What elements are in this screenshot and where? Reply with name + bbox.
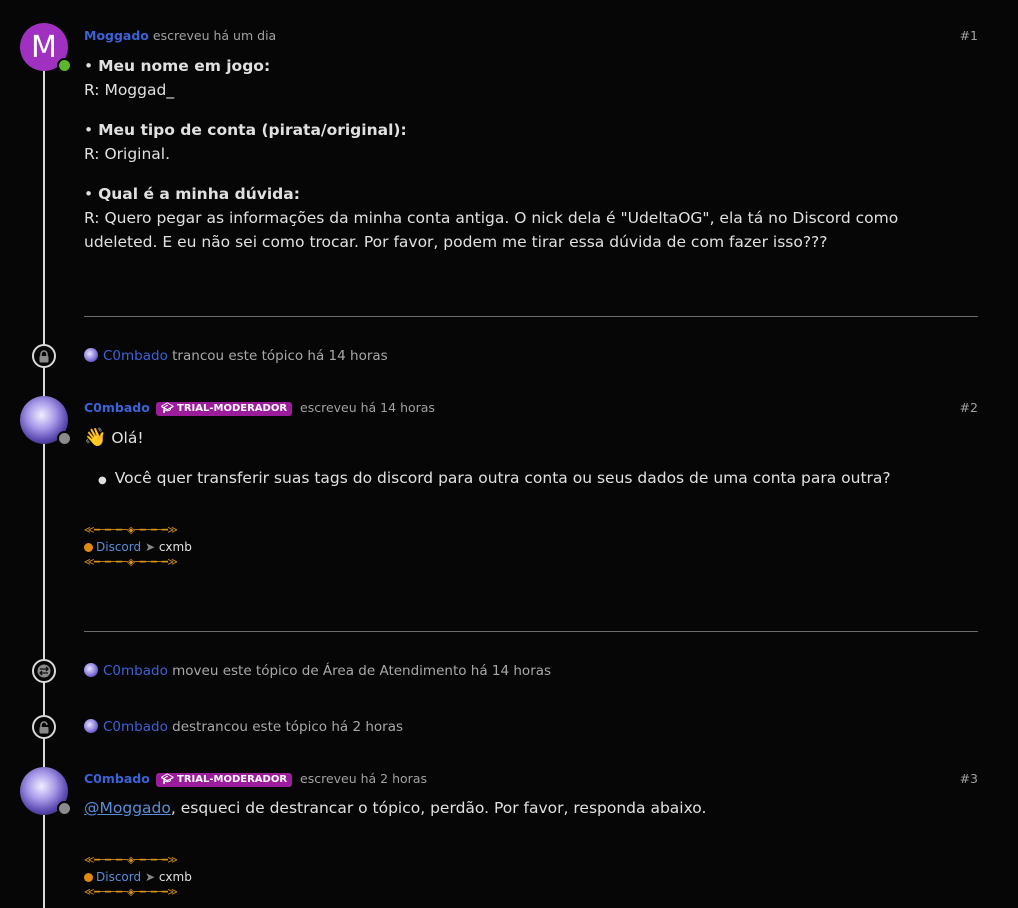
answer-text: R: Quero pegar as informações da minha c… xyxy=(84,209,899,251)
question-label: Meu nome em jogo: xyxy=(98,57,271,75)
online-status-dot xyxy=(57,58,72,73)
bullet-icon: • xyxy=(84,185,99,203)
waving-hand-icon: 👋 xyxy=(84,427,107,448)
arrow-icon: ➤ xyxy=(144,540,155,554)
bullet-icon: • xyxy=(84,57,99,75)
away-status-dot xyxy=(57,801,72,816)
move-icon xyxy=(32,659,56,683)
bullet-icon: ● xyxy=(98,475,107,486)
event-moved: C0mbado moveu este tópico de Área de Ate… xyxy=(0,659,1018,685)
discord-link[interactable]: Discord xyxy=(96,540,141,554)
question-label: Qual é a minha dúvida: xyxy=(98,185,300,203)
post-author[interactable]: Moggado xyxy=(84,28,149,43)
event-text: destrancou este tópico há 2 horas xyxy=(172,719,403,735)
post-body: 👋 Olá! ● Você quer transferir suas tags d… xyxy=(84,426,974,493)
post-number[interactable]: #1 xyxy=(960,28,978,43)
answer-text: R: Moggad_ xyxy=(84,81,175,99)
avatar[interactable] xyxy=(84,719,98,733)
post-author[interactable]: C0mbado xyxy=(84,400,150,415)
graduation-cap-icon: 🎓︎ xyxy=(160,774,177,785)
discord-handle: cxmb xyxy=(158,870,192,884)
away-status-dot xyxy=(57,431,72,446)
post-divider xyxy=(84,631,978,632)
graduation-cap-icon: 🎓︎ xyxy=(160,403,177,414)
event-user[interactable]: C0mbado xyxy=(103,348,168,364)
post-author[interactable]: C0mbado xyxy=(84,771,150,786)
bullet-icon: • xyxy=(84,121,99,139)
post-text: , esqueci de destrancar o tópico, perdão… xyxy=(170,799,707,817)
arrow-icon: ➤ xyxy=(144,870,155,884)
post-body: @Moggado, esqueci de destrancar o tópico… xyxy=(84,796,974,820)
event-user[interactable]: C0mbado xyxy=(103,663,168,679)
event-text: moveu este tópico de Área de Atendimento… xyxy=(172,663,552,679)
post-divider xyxy=(84,316,978,317)
post-timestamp[interactable]: escreveu há 14 horas xyxy=(300,400,435,415)
signature-ornament: ≪━─━─━─◈─━─━─━≫ xyxy=(84,557,178,568)
event-user[interactable]: C0mbado xyxy=(103,719,168,735)
user-mention-link[interactable]: @Moggado xyxy=(84,799,171,817)
role-badge[interactable]: 🎓︎ TRIAL-MODERADOR xyxy=(155,402,293,416)
post-timestamp[interactable]: escreveu há um dia xyxy=(153,28,276,43)
greeting-text: Olá! xyxy=(111,429,144,447)
event-unlocked: C0mbado destrancou este tópico há 2 hora… xyxy=(0,715,1018,741)
question-label: Meu tipo de conta (pirata/original): xyxy=(98,121,407,139)
signature: ≪━─━─━─◈─━─━─━≫ Discord ➤ cxmb ≪━─━─━─◈─… xyxy=(84,524,192,570)
discord-handle: cxmb xyxy=(158,540,192,554)
unlock-icon xyxy=(32,715,56,739)
post-number[interactable]: #2 xyxy=(960,400,978,415)
post-body: • Meu nome em jogo: R: Moggad_ • Meu tip… xyxy=(84,54,974,254)
signature: ≪━─━─━─◈─━─━─━≫ Discord ➤ cxmb ≪━─━─━─◈─… xyxy=(84,854,192,900)
discord-icon xyxy=(84,873,93,882)
answer-text: R: Original. xyxy=(84,145,171,163)
signature-ornament: ≪━─━─━─◈─━─━─━≫ xyxy=(84,887,178,898)
bullet-text: Você quer transferir suas tags do discor… xyxy=(114,469,891,487)
role-badge[interactable]: 🎓︎ TRIAL-MODERADOR xyxy=(155,773,293,787)
post-number[interactable]: #3 xyxy=(960,771,978,786)
signature-ornament: ≪━─━─━─◈─━─━─━≫ xyxy=(84,525,178,536)
lock-icon xyxy=(32,344,56,368)
signature-ornament: ≪━─━─━─◈─━─━─━≫ xyxy=(84,855,178,866)
discord-link[interactable]: Discord xyxy=(96,870,141,884)
post-timestamp[interactable]: escreveu há 2 horas xyxy=(300,771,427,786)
event-text: trancou este tópico há 14 horas xyxy=(172,348,388,364)
avatar[interactable] xyxy=(84,663,98,677)
avatar[interactable] xyxy=(84,348,98,362)
discord-icon xyxy=(84,543,93,552)
event-locked: C0mbado trancou este tópico há 14 horas xyxy=(0,344,1018,370)
